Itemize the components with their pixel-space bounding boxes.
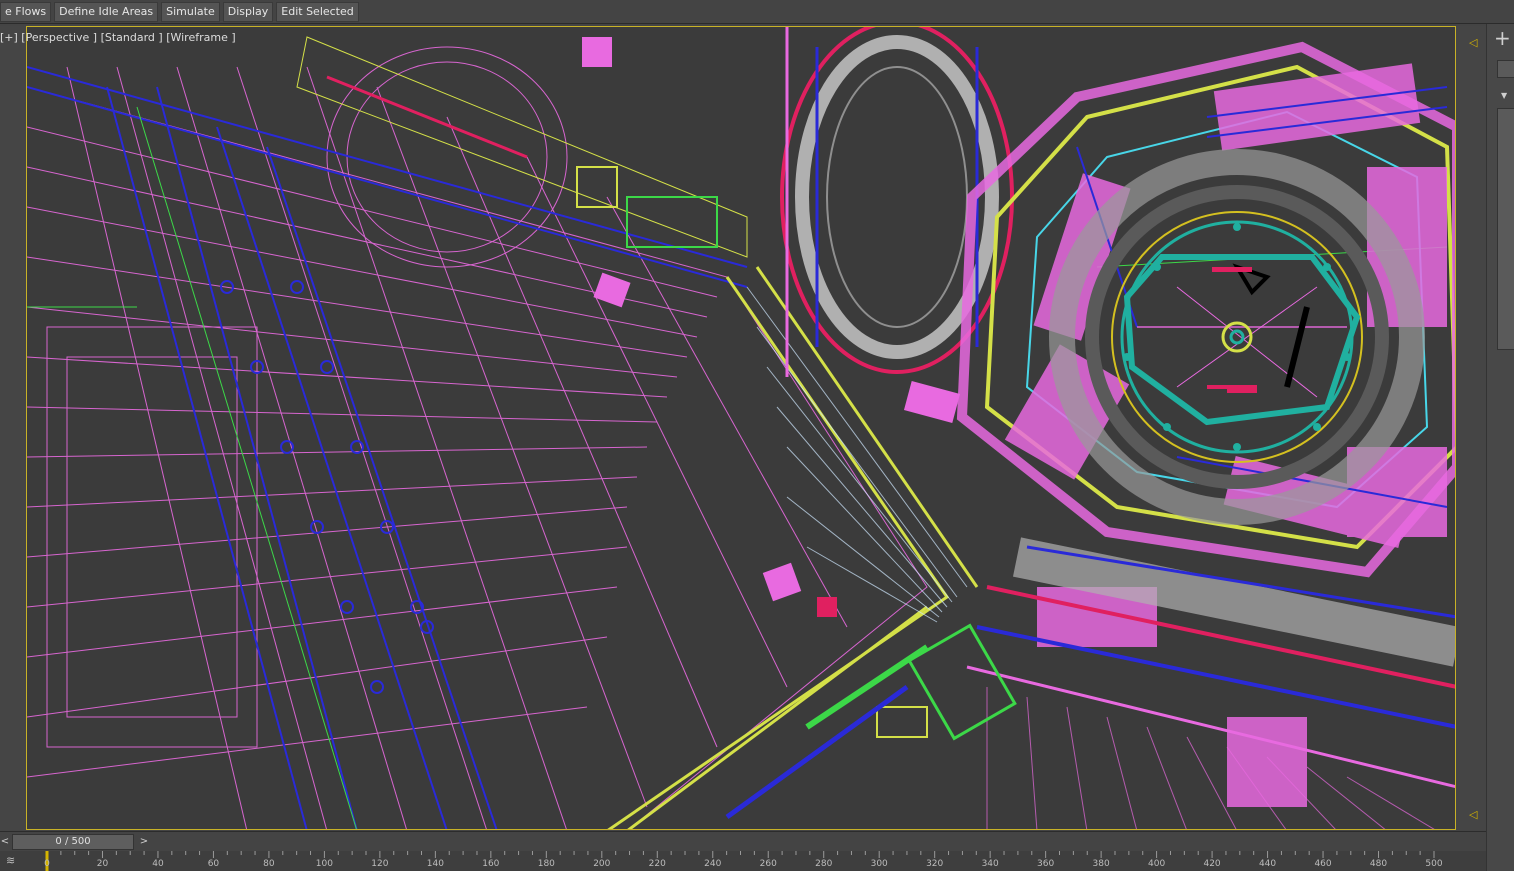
- time-slider-next-button[interactable]: >: [136, 834, 152, 850]
- time-slider-bar: < 0 / 500 >: [0, 831, 1486, 852]
- dropdown-arrow-icon[interactable]: ▼: [1501, 91, 1507, 100]
- top-menu-bar: e Flows Define Idle Areas Simulate Displ…: [0, 0, 1514, 24]
- time-slider-thumb[interactable]: 0 / 500: [12, 834, 134, 850]
- plus-icon[interactable]: +: [1494, 28, 1511, 48]
- bottom-right-marker-icon: ◁: [1469, 808, 1478, 821]
- ruler-tick-label: 160: [482, 859, 500, 869]
- ruler-tick-label: 220: [648, 859, 666, 869]
- command-panel-field[interactable]: [1497, 60, 1514, 78]
- ruler-tick-label: 200: [593, 859, 611, 869]
- ruler-tick-label: 340: [981, 859, 999, 869]
- ruler-tick-label: 460: [1314, 859, 1332, 869]
- ruler-tick-label: 120: [371, 859, 389, 869]
- ruler-tick-label: 360: [1037, 859, 1055, 869]
- command-panel-rollout[interactable]: [1497, 108, 1514, 350]
- menu-item-edit-selected[interactable]: Edit Selected: [276, 1, 359, 22]
- perspective-viewport[interactable]: [26, 26, 1456, 830]
- ruler-tick-label: 380: [1092, 859, 1110, 869]
- viewport-label-menu[interactable]: [+] [Perspective ] [Standard ] [Wirefram…: [0, 31, 236, 44]
- ruler-tick-label: 280: [815, 859, 833, 869]
- ruler-tick-label: 420: [1203, 859, 1221, 869]
- ruler-tick-label: 500: [1425, 859, 1443, 869]
- top-right-marker-icon: ◁: [1469, 36, 1478, 49]
- ruler-tick-label: 20: [96, 859, 109, 869]
- ruler-tick-label: 440: [1258, 859, 1277, 869]
- ruler-tick-label: 60: [207, 859, 220, 869]
- ruler-tick-label: 0: [44, 859, 50, 869]
- ruler-tick-label: 140: [426, 859, 444, 869]
- time-slider-prev-button[interactable]: <: [0, 834, 10, 850]
- menu-item-define-idle-areas[interactable]: Define Idle Areas: [54, 1, 159, 22]
- menu-item-flows[interactable]: e Flows: [0, 1, 52, 22]
- ruler-tick-label: 40: [152, 859, 164, 869]
- menu-item-simulate[interactable]: Simulate: [161, 1, 220, 22]
- ruler-tick-label: 100: [315, 859, 333, 869]
- ruler-tick-label: 320: [926, 859, 944, 869]
- command-panel: + ▼: [1486, 24, 1514, 871]
- menu-item-display[interactable]: Display: [222, 1, 274, 22]
- wireframe-scene: [27, 27, 1455, 829]
- left-viewport-strip: [0, 26, 26, 830]
- ruler-tick-label: 240: [704, 859, 722, 869]
- ruler-tick-label: 480: [1369, 859, 1388, 869]
- right-viewport-strip: ◁ ◁: [1456, 26, 1486, 830]
- ruler-tick-label: 400: [1148, 859, 1166, 869]
- ruler-tick-label: 300: [870, 859, 888, 869]
- ruler-tick-label: 80: [263, 859, 275, 869]
- ruler-tick-label: 260: [759, 859, 777, 869]
- ruler-tick-label: 180: [537, 859, 555, 869]
- timeline-ruler[interactable]: ≋ 0 20 40 60 80 100 120 140 160 180 200 220 240 260 28…: [0, 851, 1486, 871]
